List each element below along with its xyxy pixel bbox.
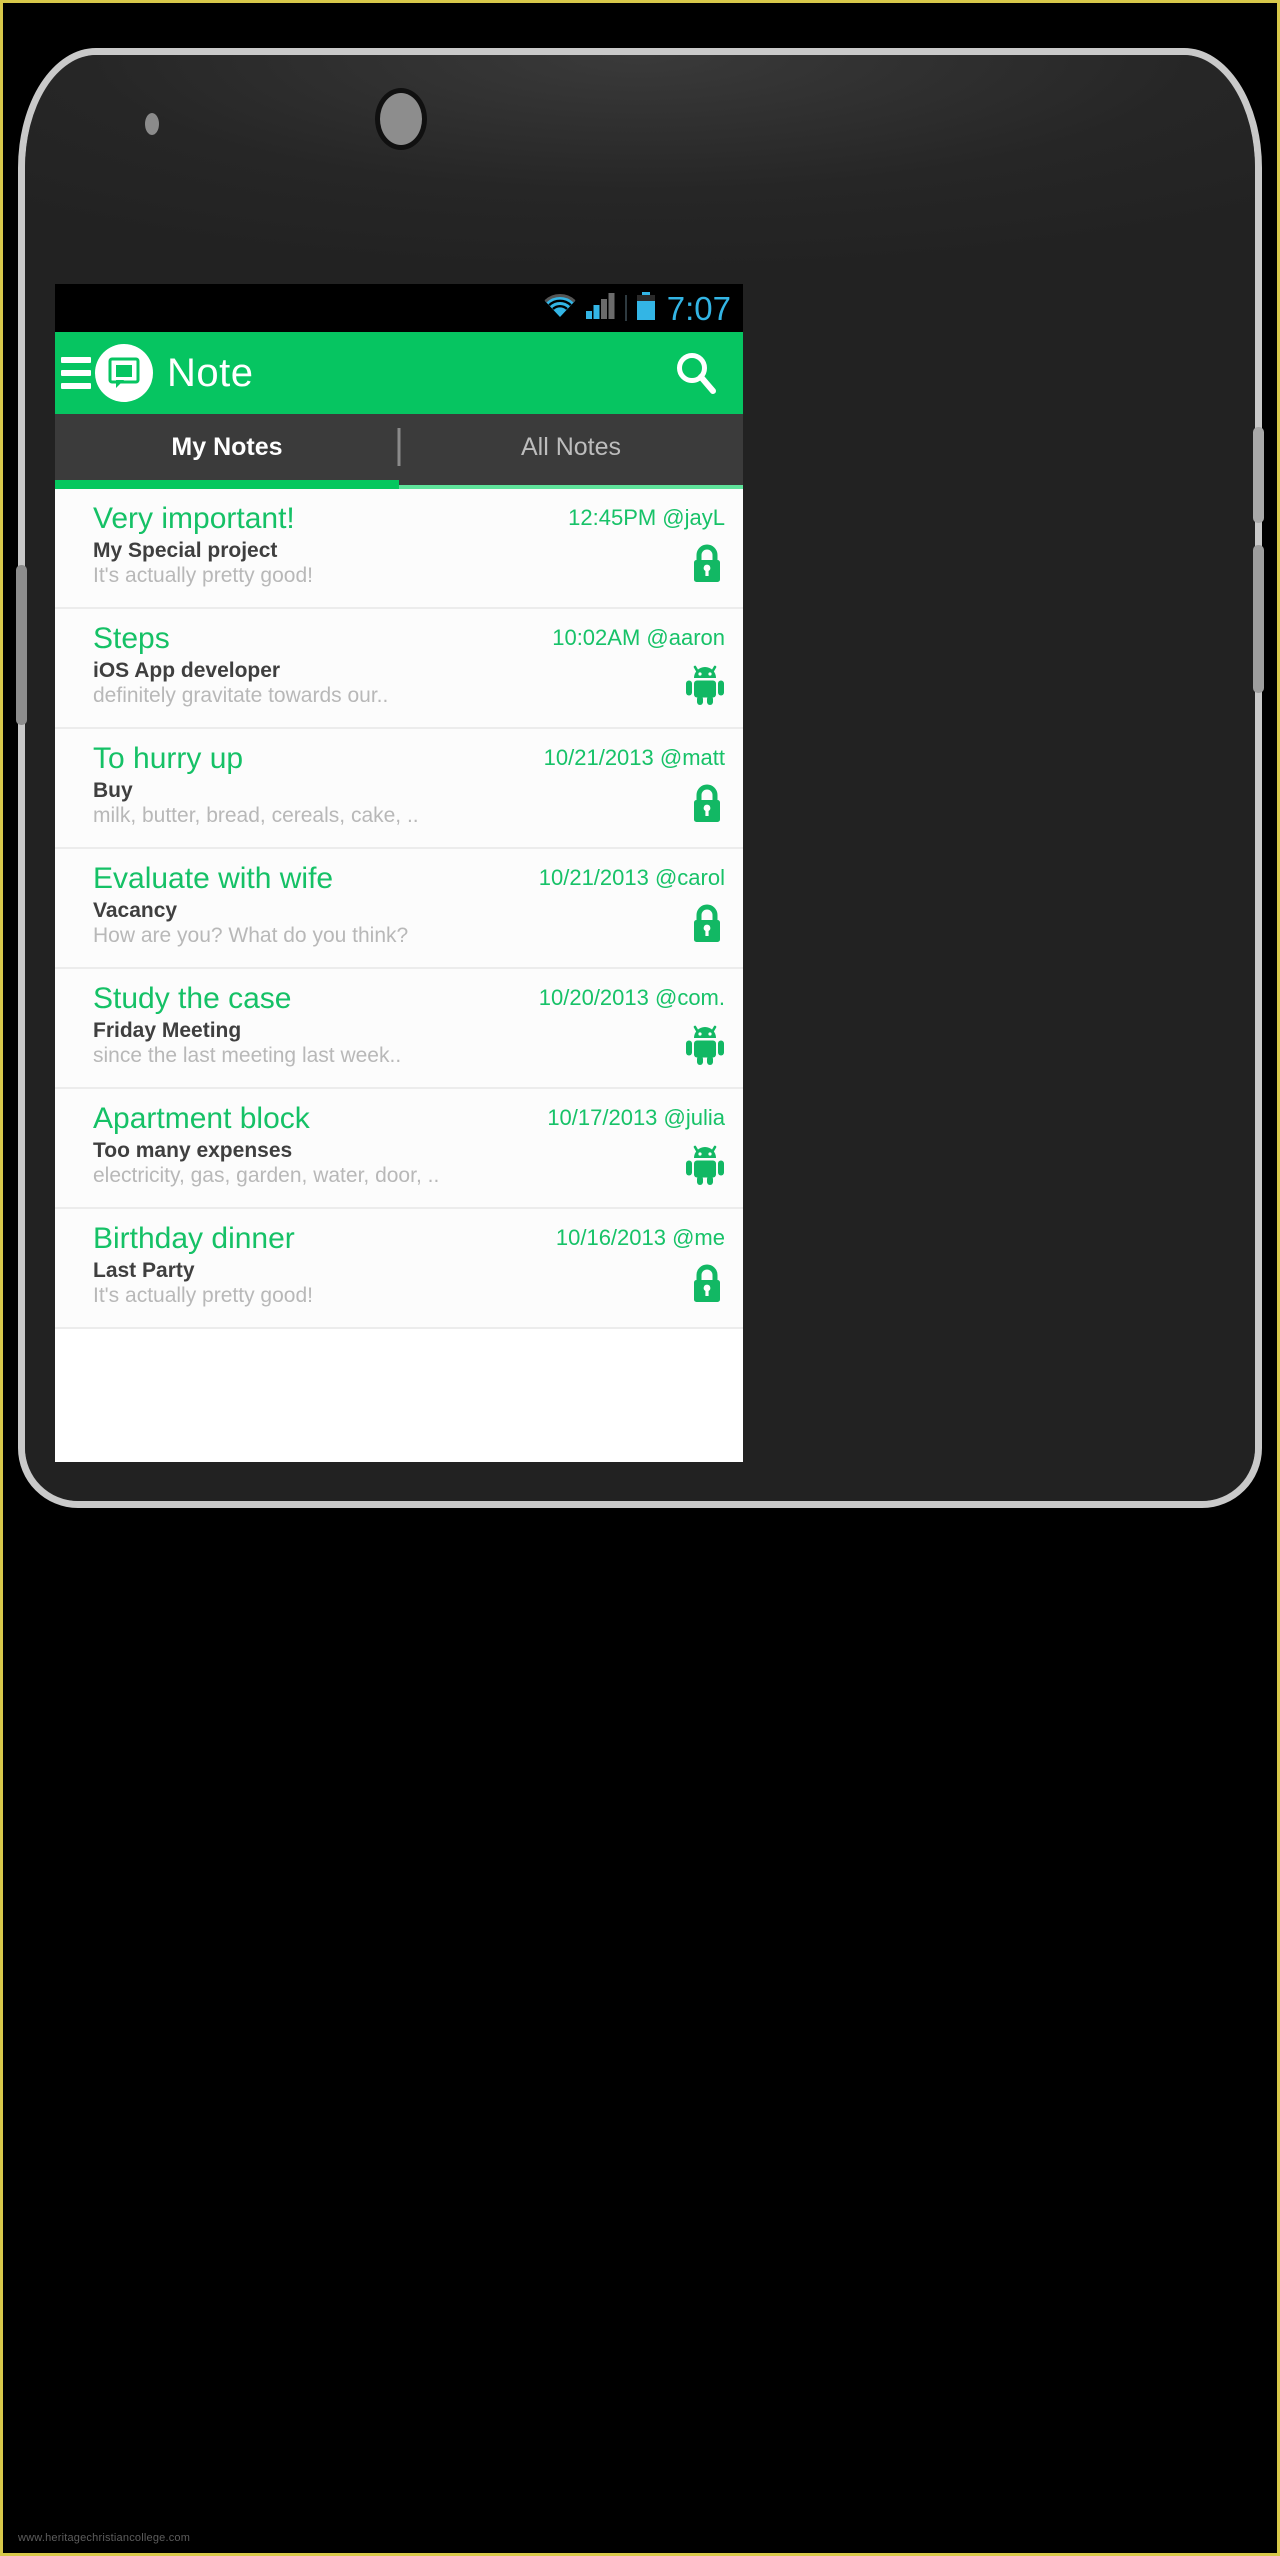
note-text-block: Apartment block Too many expenses electric… xyxy=(93,1101,443,1188)
status-divider xyxy=(624,295,627,321)
android-robot-icon xyxy=(685,1023,725,1070)
status-bar: 7:07 xyxy=(55,284,743,332)
proximity-sensor xyxy=(145,113,159,135)
lock-icon xyxy=(689,783,725,830)
note-text-block: To hurry up Buy milk, butter, bread, cerea… xyxy=(93,741,443,828)
note-subtitle: My Special project xyxy=(93,539,278,562)
volume-button-right[interactable] xyxy=(1253,545,1264,693)
phone-screen: 7:07 Note My Notes All Notes Very import… xyxy=(55,284,743,1462)
note-timestamp-author: 10/21/2013 @carol xyxy=(538,865,725,890)
note-status-icon[interactable] xyxy=(568,543,725,590)
note-list-item[interactable]: Study the case Friday Meeting since the la… xyxy=(55,969,743,1089)
note-timestamp-author: 10/21/2013 @matt xyxy=(543,745,725,770)
note-meta-block: 12:45PM @jayL xyxy=(568,505,725,587)
note-preview: electricity, gas, garden, water, door, .… xyxy=(93,1164,440,1187)
tab-my-notes[interactable]: My Notes xyxy=(55,414,399,480)
note-meta-block: 10/21/2013 @matt xyxy=(544,745,725,827)
tab-my-notes-label: My Notes xyxy=(171,432,283,461)
note-text-block: Very important! My Special project It's ac… xyxy=(93,501,443,588)
note-status-icon[interactable] xyxy=(539,1025,725,1067)
lock-icon xyxy=(689,543,725,590)
android-robot-icon xyxy=(685,1143,725,1190)
lock-icon xyxy=(689,1263,725,1310)
note-status-icon[interactable] xyxy=(547,1145,725,1187)
note-preview: since the last meeting last week.. xyxy=(93,1044,402,1067)
note-meta-block: 10/16/2013 @me xyxy=(556,1225,725,1307)
tab-bar: My Notes All Notes xyxy=(55,414,743,480)
note-text-block: Birthday dinner Last Party It's actually p… xyxy=(93,1221,443,1308)
note-preview: milk, butter, bread, cereals, cake, .. xyxy=(93,804,419,827)
note-preview: How are you? What do you think? xyxy=(93,924,409,947)
page-title: Note xyxy=(167,350,254,395)
note-app-logo-icon xyxy=(95,344,153,402)
note-subtitle: Buy xyxy=(93,779,133,802)
note-preview: It's actually pretty good! xyxy=(93,1284,313,1307)
page-background: 7:07 Note My Notes All Notes Very import… xyxy=(0,0,1280,2556)
note-meta-block: 10/21/2013 @carol xyxy=(539,865,725,947)
note-title: Very important! xyxy=(93,502,295,535)
note-subtitle: Too many expenses xyxy=(93,1139,293,1162)
power-button[interactable] xyxy=(1253,427,1264,523)
note-status-icon[interactable] xyxy=(544,783,725,830)
volume-button-left[interactable] xyxy=(16,565,27,725)
note-text-block: Evaluate with wife Vacancy How are you? Wh… xyxy=(93,861,443,948)
note-subtitle: iOS App developer xyxy=(93,659,281,682)
note-preview: It's actually pretty good! xyxy=(93,564,313,587)
tab-indicator-active xyxy=(55,480,399,489)
note-status-icon[interactable] xyxy=(556,1263,725,1310)
android-robot-icon xyxy=(685,663,725,710)
note-meta-block: 10/17/2013 @julia xyxy=(547,1105,725,1187)
note-text-block: Steps iOS App developer definitely gravita… xyxy=(93,621,443,708)
note-preview: definitely gravitate towards our.. xyxy=(93,684,389,707)
note-status-icon[interactable] xyxy=(552,665,725,707)
note-subtitle: Last Party xyxy=(93,1259,195,1282)
notes-list: Very important! My Special project It's ac… xyxy=(55,489,743,1329)
note-subtitle: Friday Meeting xyxy=(93,1019,242,1042)
note-timestamp-author: 12:45PM @jayL xyxy=(568,505,725,530)
note-meta-block: 10:02AM @aaron xyxy=(552,625,725,707)
note-timestamp-author: 10/16/2013 @me xyxy=(555,1225,725,1250)
cellular-signal-icon xyxy=(585,292,616,324)
note-list-item[interactable]: Apartment block Too many expenses electric… xyxy=(55,1089,743,1209)
status-bar-clock: 7:07 xyxy=(666,289,731,327)
lock-icon xyxy=(689,903,725,950)
note-timestamp-author: 10:02AM @aaron xyxy=(552,625,725,650)
tab-indicator xyxy=(55,480,743,489)
hamburger-menu-icon[interactable] xyxy=(61,357,91,389)
note-title: To hurry up xyxy=(93,742,244,775)
tab-all-notes-label: All Notes xyxy=(520,432,622,461)
note-status-icon[interactable] xyxy=(539,903,725,950)
note-title: Birthday dinner xyxy=(93,1222,295,1255)
note-title: Evaluate with wife xyxy=(93,862,334,895)
note-list-item[interactable]: Very important! My Special project It's ac… xyxy=(55,489,743,609)
note-timestamp-author: 10/20/2013 @com. xyxy=(538,985,725,1010)
note-text-block: Study the case Friday Meeting since the la… xyxy=(93,981,443,1068)
watermark: www.heritagechristiancollege.com xyxy=(18,2532,191,2544)
note-title: Study the case xyxy=(93,982,292,1015)
front-camera xyxy=(380,93,422,145)
wifi-icon xyxy=(543,293,577,324)
note-title: Steps xyxy=(93,622,170,655)
search-icon[interactable] xyxy=(669,346,723,400)
note-list-item[interactable]: Evaluate with wife Vacancy How are you? Wh… xyxy=(55,849,743,969)
app-bar: Note xyxy=(55,332,743,414)
note-subtitle: Vacancy xyxy=(93,899,178,922)
tab-all-notes[interactable]: All Notes xyxy=(399,414,743,480)
note-list-item[interactable]: Birthday dinner Last Party It's actually p… xyxy=(55,1209,743,1329)
note-list-item[interactable]: To hurry up Buy milk, butter, bread, cerea… xyxy=(55,729,743,849)
note-list-item[interactable]: Steps iOS App developer definitely gravita… xyxy=(55,609,743,729)
note-meta-block: 10/20/2013 @com. xyxy=(539,985,725,1067)
phone-device-frame: 7:07 Note My Notes All Notes Very import… xyxy=(16,48,1264,1508)
battery-icon xyxy=(636,291,656,325)
tab-indicator-inactive xyxy=(399,480,743,489)
note-title: Apartment block xyxy=(93,1102,310,1135)
note-timestamp-author: 10/17/2013 @julia xyxy=(547,1105,725,1130)
